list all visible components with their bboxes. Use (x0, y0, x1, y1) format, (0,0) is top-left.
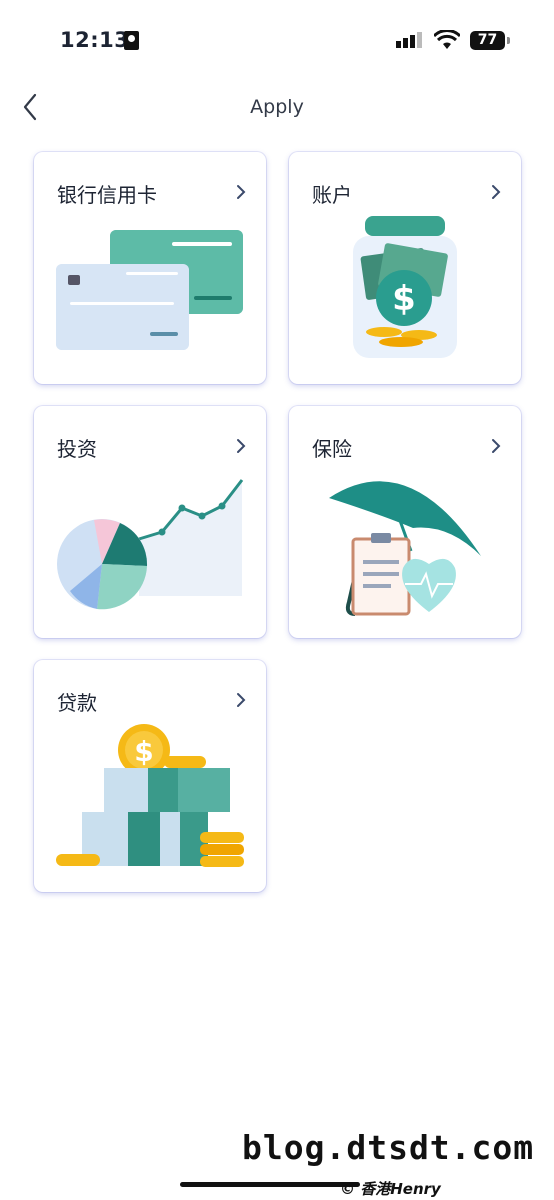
status-time: 12:13 (60, 28, 130, 52)
home-indicator (180, 1182, 360, 1187)
battery-indicator: 77 (470, 31, 505, 50)
money-jar-illustration: $ (353, 216, 457, 358)
money-stack-illustration: $ (56, 724, 244, 867)
card-loan[interactable]: 贷款 $ (34, 660, 266, 892)
svg-text:$: $ (392, 279, 416, 319)
nav-bar: Apply (0, 84, 554, 134)
credit-cards-illustration (56, 230, 243, 350)
card-account[interactable]: 账户 $ (289, 152, 521, 384)
page-title: Apply (250, 96, 304, 118)
investment-chart-illustration (57, 479, 244, 610)
watermark-credit: © 香港Henry (340, 1180, 441, 1198)
cellular-signal-icon (396, 32, 422, 48)
insurance-umbrella-illustration (329, 481, 481, 616)
watermark-site: blog.dtsdt.com (242, 1128, 535, 1167)
battery-cap (507, 37, 510, 44)
svg-text:$: $ (134, 735, 153, 768)
id-card-icon (124, 31, 139, 50)
card-insurance[interactable]: 保险 (289, 406, 521, 638)
card-investment[interactable]: 投资 (34, 406, 266, 638)
wifi-icon (434, 30, 460, 49)
status-bar: 12:13 77 (0, 0, 554, 80)
card-credit-card[interactable]: 银行信用卡 (34, 152, 266, 384)
